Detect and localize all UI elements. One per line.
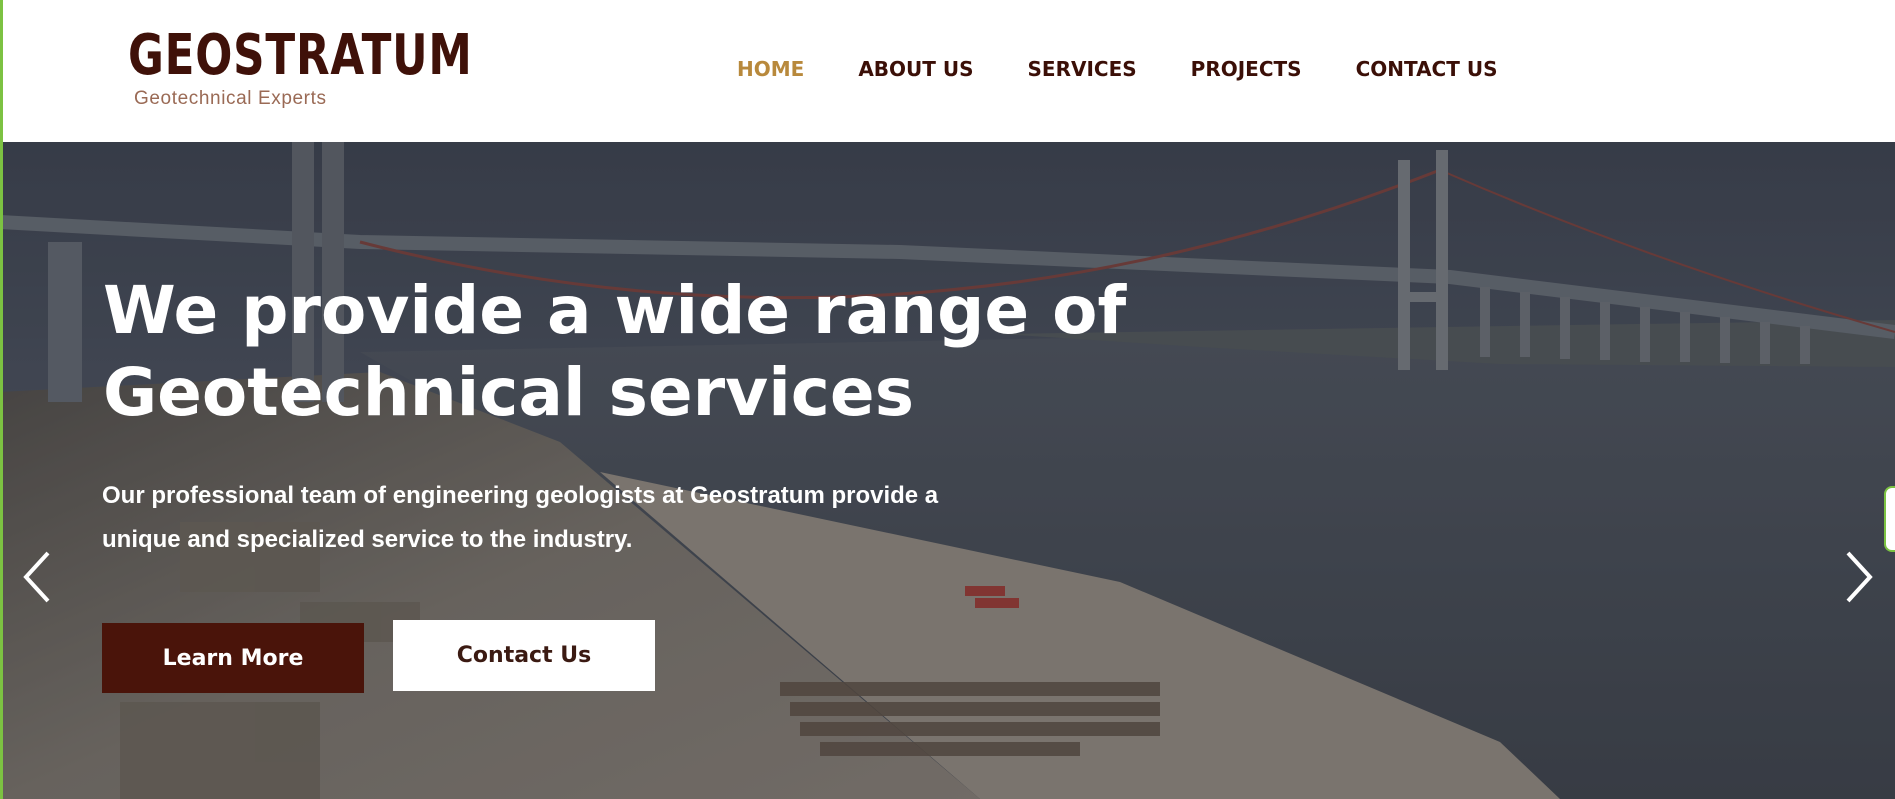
chevron-left-icon <box>23 551 50 603</box>
hero-title-line-1: We provide a wide range of <box>103 272 1127 349</box>
hero-dark-overlay <box>0 142 1895 799</box>
chevron-right-icon <box>1846 551 1873 603</box>
nav-item-contact-us[interactable]: CONTACT US <box>1356 52 1498 86</box>
hero-title-line-2: Geotechnical services <box>103 354 914 431</box>
contact-us-button[interactable]: Contact Us <box>393 620 655 691</box>
learn-more-button[interactable]: Learn More <box>102 623 364 693</box>
main-navigation: HOME ABOUT US SERVICES PROJECTS CONTACT … <box>737 52 1497 86</box>
nav-item-home[interactable]: HOME <box>737 52 804 86</box>
logo-wordmark: GEOSTRATUM <box>128 23 473 88</box>
logo-tagline: Geotechnical Experts <box>134 88 327 109</box>
hero-slider: We provide a wide range of Geotechnical … <box>0 142 1895 799</box>
site-logo[interactable]: GEOSTRATUM Geotechnical Experts <box>128 23 473 118</box>
site-header: GEOSTRATUM Geotechnical Experts HOME ABO… <box>0 0 1895 142</box>
hero-title: We provide a wide range of Geotechnical … <box>103 270 1127 434</box>
nav-item-projects[interactable]: PROJECTS <box>1191 52 1302 86</box>
floating-side-widget-tab[interactable] <box>1884 486 1895 552</box>
page-edge-accent <box>0 0 3 799</box>
nav-item-services[interactable]: SERVICES <box>1028 52 1137 86</box>
hero-subtitle: Our professional team of engineering geo… <box>102 482 939 553</box>
slider-next-button[interactable] <box>1838 547 1878 607</box>
slider-prev-button[interactable] <box>18 547 58 607</box>
nav-item-about-us[interactable]: ABOUT US <box>858 52 973 86</box>
